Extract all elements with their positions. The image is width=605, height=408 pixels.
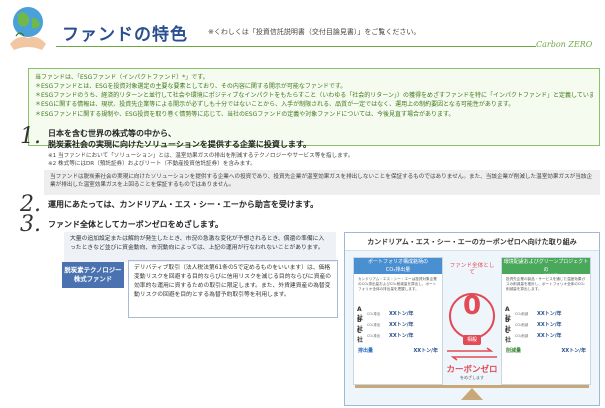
carbon-zero-diagram: カンドリアム・エス・シー・エーのカーボンゼロへ向けた取り組み ポートフォリオ構成… [344,232,600,406]
esg-item: ＊ESGファンドのうち、経済的リターンと並行して社会や環境にポジティブなインパク… [35,92,593,100]
company-label: C社 [505,327,512,344]
row-value: XXトン/年 [389,322,414,328]
aim-label: をめざします [460,375,484,380]
fund-name-line2: 株式ファンド [73,275,113,283]
row-label: CO₂排出 [367,323,381,327]
reduction-row: C社 CO₂削減 XXトン/年 [502,327,590,344]
reduction-total: 削減量 XXトン/年 [502,347,590,354]
total-value: XXトン/年 [561,348,586,354]
esg-item: ＊ESGに関する情報は、現状、投資先企業等による開示が必ずしも十分ではないことか… [35,101,515,109]
point-title-1b: 脱炭素社会の実現に向けたソリューションを提供する企業に投資します。 [48,140,312,149]
row-value: XXトン/年 [389,333,414,339]
emission-head-line2: CO₂排出量 [385,266,411,273]
emission-row: C社 CO₂排出 XXトン/年 [354,327,442,344]
globe-hands-icon [10,7,46,50]
point-number-3: 3. [20,212,41,237]
zero-value: 0 [462,291,482,321]
row-label: CO₂排出 [367,312,381,316]
esg-item: ＊ESGファンドに関する規制や、ESG投資を取り巻く情勢等に応じて、当社のESG… [35,110,455,118]
company-label: C社 [357,327,364,344]
reduction-row: B社 CO₂削減 XXトン/年 [502,317,590,333]
risk-text: 大量の追加設定または解約が発生したとき、市況の急激な変化が予想されるとき、償還の… [70,236,325,251]
row-value: XXトン/年 [537,311,562,317]
risk-note-box: 大量の追加設定または解約が発生したとき、市況の急激な変化が予想されるとき、償還の… [64,232,336,262]
point-number-1: 1. [20,124,41,149]
emission-row: A社 CO₂排出 XXトン/年 [354,306,442,322]
carbon-zero-logo: Carbon ZERO [536,40,593,49]
derivative-note-box: デリバティブ取引（法人税法第61条の5で定めるものをいいます）は、価格変動リスク… [128,260,338,318]
row-value: XXトン/年 [537,333,562,339]
fund-name-badge: 脱炭素テクノロジー 株式ファンド [62,262,124,288]
point-title-2: 運用にあたっては、カンドリアム・エス・シー・エーから助言を受けます。 [48,200,319,209]
emission-head-line1: ポートフォリオ構成銘柄の [367,259,428,265]
balance-fulcrum [461,388,483,400]
header-divider [56,46,536,47]
emission-desc: カンドリアム・エス・シー・エーは投資対象企業のCO₂排出量およびCO₂削減量を算… [358,277,437,291]
row-label: CO₂削減 [515,312,529,316]
prospectus-note: ※くわしくは「投資信託説明書（交付目論見書）」をご覧ください。 [208,28,421,36]
esg-lead: 当ファンドは、「ESGファンド（インパクトファンド）*」です。 [35,74,209,81]
offset-badge: 相殺 [463,335,481,345]
footnote-2: ※2 株式等にはDR（預託証券）およびリート（不動産投資信託証券）を含みます。 [48,161,256,167]
diagram-title: カンドリアム・エス・シー・エーのカーボンゼロへ向けた取り組み [345,233,599,251]
derivative-text: デリバティブ取引（法人税法第61条の5で定めるものをいいます）は、価格変動リスク… [134,265,332,298]
emission-row: B社 CO₂排出 XXトン/年 [354,317,442,333]
reduction-panel: 環境配慮およびグリーンプロジェクトの CO₂削減量 投資先企業の製品・サービスを… [501,257,591,385]
row-label: CO₂排出 [367,334,381,338]
emission-panel: ポートフォリオ構成銘柄の CO₂排出量 カンドリアム・エス・シー・エーは投資対象… [353,257,443,385]
reduction-row: A社 CO₂削減 XXトン/年 [502,306,590,322]
center-title: ファンド全体として [449,263,495,276]
disclaimer-text: 当ファンドは脱炭素社会の実現に向けたソリューションを提供する企業への投資であり、… [50,174,593,188]
emission-panel-head: ポートフォリオ構成銘柄の CO₂排出量 [354,258,442,274]
point-title-1a: 日本を含む世界の株式等の中から、 [48,129,176,138]
disclaimer-box: 当ファンドは脱炭素社会の実現に向けたソリューションを提供する企業への投資であり、… [44,170,600,195]
total-label: 削減量 [506,348,522,354]
reduction-desc: 投資先企業の製品・サービスを通じた温室効果ガスの削減量を推計し、ポートフォリオ全… [506,277,586,291]
point-title-3: ファンド全体としてカーボンゼロをめざします。 [48,220,223,229]
footnote-1: ※1 当ファンドにおいて「ソリューション」とは、温室効果ガスの排出を削減するテク… [48,153,354,159]
offset-arrows-icon [447,347,497,361]
page-header: ファンドの特色 ※くわしくは「投資信託説明書（交付目論見書）」をご覧ください。 … [0,0,605,62]
page-title: ファンドの特色 [62,25,188,45]
total-label: 排出量 [358,348,374,354]
total-value: XXトン/年 [413,348,438,354]
row-value: XXトン/年 [537,322,562,328]
reduction-head-line1: 環境配慮およびグリーンプロジェクトの [503,259,589,273]
row-value: XXトン/年 [389,311,414,317]
reduction-panel-head: 環境配慮およびグリーンプロジェクトの CO₂削減量 [502,258,590,280]
balance-beam [355,385,589,388]
emission-total: 排出量 XXトン/年 [354,347,442,354]
esg-item: ＊ESGファンドとは、ESGを投資対象選定の主要な要素としており、その内容に関す… [35,83,347,90]
row-label: CO₂削減 [515,323,529,327]
fund-name-line1: 脱炭素テクノロジー [64,266,122,274]
row-label: CO₂削減 [515,334,529,338]
carbon-zero-label: カーボンゼロ [446,365,498,375]
